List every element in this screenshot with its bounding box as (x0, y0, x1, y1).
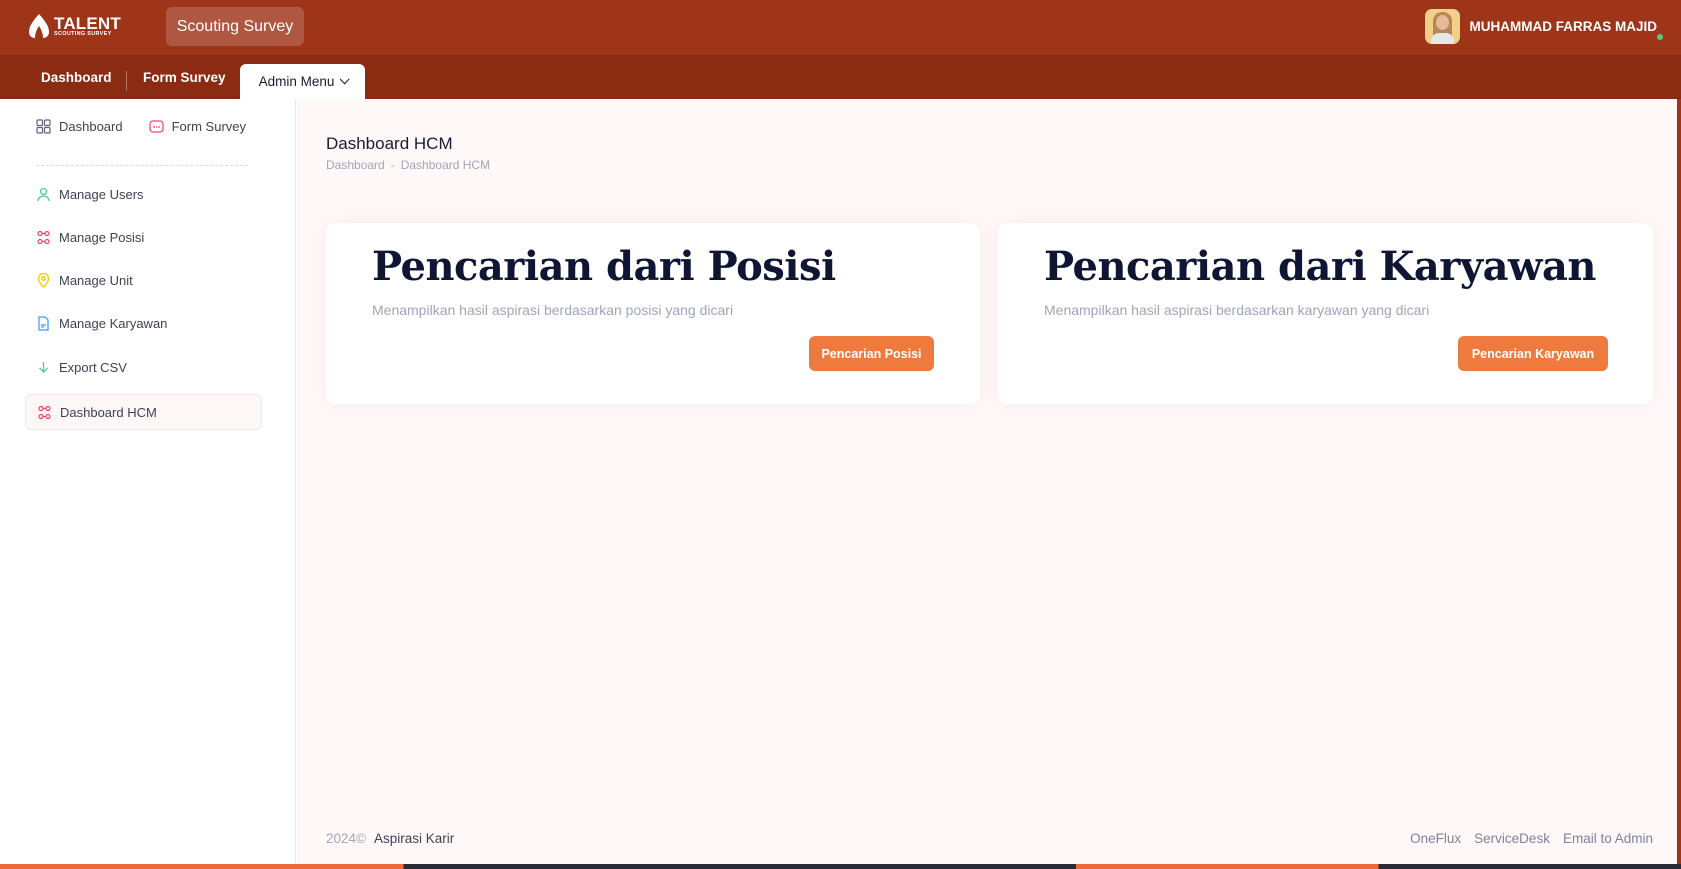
sidebar-quick-links: Dashboard Form Survey (36, 119, 246, 134)
breadcrumb-separator: - (390, 158, 395, 172)
top-header: TALENT SCOUTING SURVEY Scouting Survey M… (0, 0, 1681, 55)
footer-link-email-admin[interactable]: Email to Admin (1563, 831, 1653, 846)
logo-title: TALENT (54, 13, 121, 33)
chevron-down-icon (340, 74, 350, 85)
sidebar-item-label: Dashboard HCM (60, 404, 157, 420)
network-icon (38, 405, 51, 419)
user-name[interactable]: MUHAMMAD FARRAS MAJID (1469, 19, 1663, 40)
logo-text: TALENT SCOUTING SURVEY (54, 15, 121, 38)
sidebar-link-dashboard[interactable]: Dashboard (36, 119, 123, 134)
search-employee-button[interactable]: Pencarian Karyawan (1458, 336, 1608, 371)
sidebar-divider (36, 165, 248, 166)
footer-links: OneFlux ServiceDesk Email to Admin (1397, 831, 1653, 846)
footer-link-servicedesk[interactable]: ServiceDesk (1474, 831, 1550, 846)
card-description: Menampilkan hasil aspirasi berdasarkan k… (1044, 302, 1430, 318)
bottom-decorative-strip (0, 864, 1681, 869)
breadcrumb-item-dashboard[interactable]: Dashboard (326, 158, 385, 172)
flame-logo-icon (29, 14, 49, 38)
footer-brand-link[interactable]: Aspirasi Karir (374, 831, 454, 846)
app-logo[interactable]: TALENT SCOUTING SURVEY (26, 13, 121, 39)
arrow-down-icon (39, 361, 48, 373)
logo-subtitle: SCOUTING SURVEY (54, 30, 112, 37)
footer-copyright: 2024© Aspirasi Karir (326, 831, 454, 846)
user-icon (37, 187, 50, 201)
user-name-text: MUHAMMAD FARRAS MAJID (1469, 19, 1658, 34)
sidebar-item-dashboard-hcm[interactable]: Dashboard HCM (25, 394, 262, 430)
nav-dashboard[interactable]: Dashboard (41, 64, 112, 90)
right-edge-accent (1677, 99, 1681, 864)
sidebar-link-form-survey[interactable]: Form Survey (149, 119, 246, 134)
main-nav: Dashboard Form Survey Admin Menu (0, 55, 1681, 99)
app-name-pill[interactable]: Scouting Survey (166, 7, 304, 46)
sidebar-item-manage-unit[interactable]: Manage Unit (25, 262, 262, 298)
survey-icon (149, 120, 164, 133)
grid-icon (36, 119, 51, 134)
card-search-by-position: Pencarian dari Posisi Menampilkan hasil … (326, 223, 980, 404)
sidebar-item-label: Manage Karyawan (59, 315, 168, 331)
card-title: Pencarian dari Posisi (372, 243, 836, 290)
sidebar: Dashboard Form Survey Manage Users Manag… (0, 99, 296, 864)
sidebar-item-manage-users[interactable]: Manage Users (25, 176, 262, 212)
sidebar-item-label: Manage Posisi (59, 229, 145, 245)
sidebar-item-label: Manage Users (59, 186, 144, 202)
breadcrumb: Dashboard - Dashboard HCM (326, 158, 490, 172)
sidebar-item-label: Export CSV (59, 359, 127, 375)
sidebar-link-label: Form Survey (171, 119, 247, 134)
nav-admin-menu[interactable]: Admin Menu (240, 64, 365, 99)
online-status-dot (1657, 34, 1663, 40)
sidebar-item-label: Manage Unit (59, 272, 133, 288)
sidebar-item-manage-posisi[interactable]: Manage Posisi (25, 219, 262, 255)
sidebar-item-export-csv[interactable]: Export CSV (25, 349, 262, 385)
nav-divider (126, 71, 127, 91)
network-icon (37, 230, 50, 244)
main-content: Dashboard HCM Dashboard - Dashboard HCM … (297, 99, 1677, 864)
footer-year: 2024© (326, 831, 366, 846)
search-position-button[interactable]: Pencarian Posisi (809, 336, 934, 371)
card-description: Menampilkan hasil aspirasi berdasarkan p… (372, 302, 734, 318)
user-menu[interactable]: MUHAMMAD FARRAS MAJID (1424, 9, 1663, 44)
avatar[interactable] (1424, 9, 1460, 44)
card-title: Pencarian dari Karyawan (1044, 243, 1596, 290)
nav-admin-menu-label: Admin Menu (258, 74, 335, 89)
sidebar-item-manage-karyawan[interactable]: Manage Karyawan (25, 305, 262, 341)
location-pin-icon (37, 272, 50, 288)
page-title: Dashboard HCM (326, 134, 453, 153)
nav-form-survey[interactable]: Form Survey (143, 64, 226, 90)
sidebar-link-label: Dashboard (59, 119, 123, 134)
footer-link-oneflux[interactable]: OneFlux (1410, 831, 1461, 846)
document-icon (38, 315, 49, 331)
card-search-by-employee: Pencarian dari Karyawan Menampilkan hasi… (998, 223, 1653, 404)
breadcrumb-item-current: Dashboard HCM (400, 158, 491, 172)
